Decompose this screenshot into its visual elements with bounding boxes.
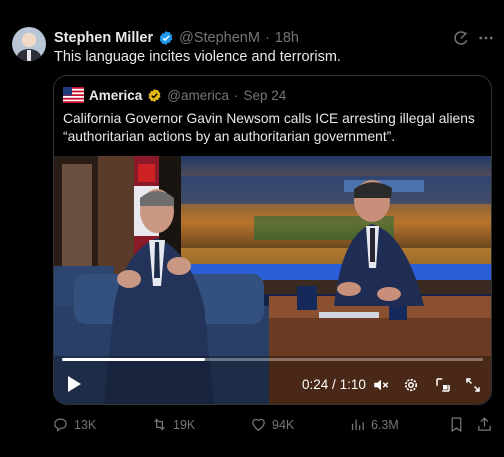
action-bar: 13K 19K 94K 6.3M: [52, 416, 496, 434]
reply-button[interactable]: 13K: [52, 416, 96, 433]
quoted-date[interactable]: Sep 24: [244, 88, 287, 103]
tweet-time[interactable]: 18h: [275, 30, 299, 46]
video-time: 0:24 / 1:10: [302, 377, 366, 392]
author-name[interactable]: Stephen Miller: [54, 30, 153, 46]
reply-icon: [54, 418, 67, 432]
like-count: 94K: [272, 417, 295, 432]
video-player[interactable]: [54, 156, 491, 404]
views-count: 6.3M: [371, 417, 399, 432]
reply-count: 13K: [74, 417, 97, 432]
time-separator: /: [332, 377, 336, 392]
gold-check-icon[interactable]: [147, 88, 162, 103]
quoted-author-name[interactable]: America: [89, 88, 142, 103]
like-button[interactable]: 94K: [250, 416, 294, 433]
bookmark-button[interactable]: [448, 416, 465, 433]
author-handle[interactable]: @StephenM: [179, 30, 260, 46]
picture-in-picture-icon[interactable]: [434, 376, 452, 394]
video-progress-fill: [62, 358, 206, 361]
tweet-text: This language incites violence and terro…: [54, 49, 341, 65]
repost-button[interactable]: 19K: [151, 416, 195, 433]
quoted-tweet[interactable]: America @america · Sep 24 California Gov…: [53, 75, 492, 405]
more-icon[interactable]: [476, 29, 496, 47]
tweet-header: Stephen Miller @StephenM · 18h: [54, 30, 299, 46]
us-flag-avatar[interactable]: [63, 87, 84, 103]
play-icon[interactable]: [66, 375, 82, 393]
share-icon: [478, 417, 491, 431]
verified-badge-icon[interactable]: [158, 30, 174, 46]
video-elapsed: 0:24: [302, 377, 329, 392]
fullscreen-icon[interactable]: [464, 376, 482, 394]
mute-icon[interactable]: [372, 376, 390, 394]
quoted-text: California Governor Gavin Newsom calls I…: [63, 111, 475, 144]
grok-icon[interactable]: [452, 29, 470, 47]
repost-count: 19K: [173, 417, 196, 432]
quoted-author-handle[interactable]: @america: [167, 88, 229, 103]
video-duration: 1:10: [339, 377, 366, 392]
video-frame: [54, 156, 491, 404]
views-icon: [351, 419, 364, 431]
repost-icon: [154, 418, 165, 431]
separator-dot: ·: [234, 87, 239, 103]
avatar[interactable]: [12, 27, 46, 61]
share-button[interactable]: [476, 416, 493, 433]
video-progress-bar[interactable]: [62, 358, 483, 361]
bookmark-icon: [451, 417, 462, 433]
gear-icon[interactable]: [402, 376, 420, 394]
tweet[interactable]: Stephen Miller @StephenM · 18h This lang…: [0, 0, 504, 457]
separator-dot: ·: [264, 30, 270, 46]
heart-icon: [252, 418, 265, 431]
quoted-header: America @america · Sep 24: [63, 87, 286, 103]
views-button[interactable]: 6.3M: [349, 416, 399, 433]
